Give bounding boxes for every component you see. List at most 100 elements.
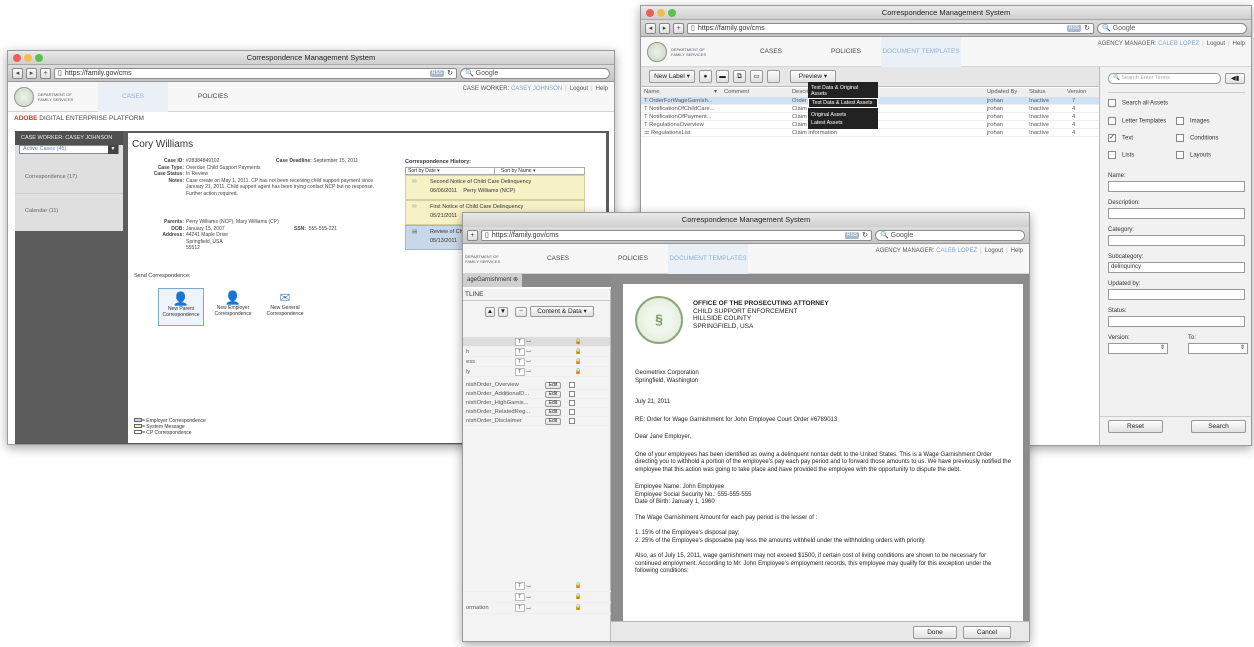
menu-item-test-latest[interactable]: Test Data & Latest Assets	[808, 98, 878, 108]
rss-icon[interactable]: RSS	[844, 231, 860, 239]
description-field[interactable]	[1108, 208, 1245, 219]
column-name[interactable]: Name	[641, 89, 711, 95]
new-parent-correspondence-button[interactable]: 👤 New Parent Correspondence	[158, 288, 204, 326]
filter-images[interactable]: Images	[1176, 117, 1246, 125]
reload-icon[interactable]: ↻	[1084, 24, 1090, 32]
version-to-stepper[interactable]: ⇕	[1188, 343, 1248, 354]
move-up-icon[interactable]: ▲	[485, 306, 495, 317]
url-bar[interactable]: ▯ https://family.gov/cms RSS ↻	[687, 22, 1094, 34]
tab-cases[interactable]: CASES	[98, 82, 168, 112]
back-icon[interactable]: ◂	[645, 22, 656, 34]
logout-link[interactable]: Logout	[570, 86, 588, 92]
help-link[interactable]: Help	[596, 86, 608, 92]
outline-row[interactable]: ess T ⌴ 🔒	[463, 357, 610, 367]
updated-by-field[interactable]	[1108, 289, 1245, 300]
status-field[interactable]	[1108, 316, 1245, 327]
search-all-checkbox[interactable]: Search all Assets	[1108, 92, 1245, 107]
tab-policies[interactable]: POLICIES	[811, 37, 881, 67]
module-checkbox[interactable]	[569, 418, 575, 424]
menu-item-latest[interactable]: Latest Assets	[808, 119, 878, 127]
history-item[interactable]: ✉ Second Notice of Child Care Delinquenc…	[405, 175, 585, 200]
search-options-icon[interactable]: ◀▮	[1225, 73, 1245, 84]
module-checkbox[interactable]	[569, 391, 575, 397]
logout-link[interactable]: Logout	[985, 248, 1003, 254]
sort-by-name-select[interactable]: Sort by Name ▾	[495, 168, 584, 174]
subcategory-field[interactable]: delinquincy	[1108, 262, 1245, 273]
filter-lists[interactable]: Lists	[1108, 151, 1176, 159]
move-down-icon[interactable]: ▼	[498, 306, 508, 317]
case-filter-select[interactable]: Active Cases (45) ▼	[19, 145, 119, 154]
tab-document-templates[interactable]: DOCUMENT TEMPLATES	[668, 244, 748, 274]
back-icon[interactable]: ◂	[12, 67, 23, 79]
image-icon[interactable]: ▭	[750, 70, 763, 83]
rss-icon[interactable]: RSS	[1066, 24, 1082, 32]
new-general-correspondence-button[interactable]: ✉ New General Correspondence	[262, 288, 308, 326]
close-button[interactable]	[646, 9, 654, 17]
url-bar[interactable]: ▯ https://family.gov/cms RSS ↻	[54, 67, 457, 79]
tab-cases[interactable]: CASES	[523, 244, 593, 274]
remove-icon[interactable]: −	[515, 306, 527, 317]
help-link[interactable]: Help	[1233, 41, 1245, 47]
add-tab-icon[interactable]: +	[673, 22, 684, 34]
table-row[interactable]: ☰ RegulationsList Claim information jrohan…	[641, 129, 1099, 137]
content-mode-select[interactable]: Content & Data ▾	[530, 306, 594, 317]
search-field[interactable]: 🔍 Google	[1097, 22, 1247, 34]
edit-button[interactable]: Edit	[545, 408, 561, 416]
search-field[interactable]: 🔍 Google	[460, 67, 610, 79]
minimize-button[interactable]	[657, 9, 665, 17]
sidebar-item-correspondence[interactable]: Correspondence (17)	[15, 174, 123, 194]
close-button[interactable]	[13, 54, 21, 62]
tab-policies[interactable]: POLICIES	[178, 82, 248, 112]
forward-icon[interactable]: ▸	[659, 22, 670, 34]
filter-conditions[interactable]: Conditions	[1176, 134, 1246, 142]
zoom-button[interactable]	[668, 9, 676, 17]
sidebar-item-calendar[interactable]: Calendar (11)	[15, 208, 123, 214]
minimize-button[interactable]	[24, 54, 32, 62]
forward-icon[interactable]: ▸	[26, 67, 37, 79]
module-row[interactable]: nishOrder_Overview Edit	[463, 381, 610, 390]
folder-icon[interactable]: ▬	[716, 70, 729, 83]
reset-button[interactable]: Reset	[1108, 420, 1163, 433]
name-field[interactable]	[1108, 181, 1245, 192]
sort-by-date-select[interactable]: Sort by Date ▾	[406, 168, 495, 174]
tab-document-templates[interactable]: DOCUMENT TEMPLATES	[881, 37, 961, 67]
outline-row[interactable]: T ⌴ 🔒	[463, 337, 610, 347]
url-bar[interactable]: ▯ https://family.gov/cms RSS ↻	[481, 229, 872, 241]
menu-item-test-original[interactable]: Test Data & Original Assets	[808, 84, 878, 98]
module-row[interactable]: nishOrder_RelatedReg... Edit	[463, 408, 610, 417]
version-from-stepper[interactable]: ⇕	[1108, 343, 1168, 354]
logout-link[interactable]: Logout	[1207, 41, 1225, 47]
module-checkbox[interactable]	[569, 400, 575, 406]
module-row[interactable]: nishOrder_HighGarnis... Edit	[463, 399, 610, 408]
copy-icon[interactable]: ⧉	[733, 70, 746, 83]
outline-row[interactable]: hT ⌴ 🔒	[463, 347, 610, 357]
outline-row[interactable]: T ⌴ 🔒	[463, 581, 611, 592]
search-field[interactable]: 🔍 Google	[875, 229, 1025, 241]
edit-button[interactable]: Edit	[545, 381, 561, 389]
module-checkbox[interactable]	[569, 409, 575, 415]
zoom-button[interactable]	[35, 54, 43, 62]
close-tab-icon[interactable]: ⊗	[513, 277, 518, 283]
menu-item-original[interactable]: Original Assets	[808, 111, 878, 119]
letter-page[interactable]: § OFFICE OF THE PROSECUTING ATTORNEY CHI…	[623, 284, 1023, 621]
tab-cases[interactable]: CASES	[736, 37, 806, 67]
add-tab-icon[interactable]: +	[40, 67, 51, 79]
reload-icon[interactable]: ↻	[447, 69, 453, 77]
blank-button[interactable]	[767, 70, 780, 83]
outline-row[interactable]: ormation T ⌴ 🔒	[463, 603, 611, 614]
new-label-button[interactable]: New Label ▾	[649, 70, 695, 83]
filter-layouts[interactable]: Layouts	[1176, 151, 1246, 159]
add-tab-icon[interactable]: +	[467, 229, 478, 241]
edit-button[interactable]: Edit	[545, 399, 561, 407]
filter-text[interactable]: ✓ Text	[1108, 134, 1176, 142]
edit-button[interactable]: Edit	[545, 417, 561, 425]
module-row[interactable]: nishOrder_AdditionalD... Edit	[463, 390, 610, 399]
reload-icon[interactable]: ↻	[862, 231, 868, 239]
filter-letter-templates[interactable]: Letter Templates	[1108, 117, 1176, 125]
cancel-button[interactable]: Cancel	[963, 626, 1011, 639]
outline-row[interactable]: T ⌴ 🔒	[463, 592, 611, 603]
tab-policies[interactable]: POLICIES	[598, 244, 668, 274]
new-employer-correspondence-button[interactable]: 👤 New Employer Correspondence	[210, 288, 256, 326]
module-row[interactable]: nishOrder_Disclaimer Edit	[463, 417, 610, 426]
doc-tab[interactable]: ageGarnishment ⊗	[463, 274, 523, 287]
